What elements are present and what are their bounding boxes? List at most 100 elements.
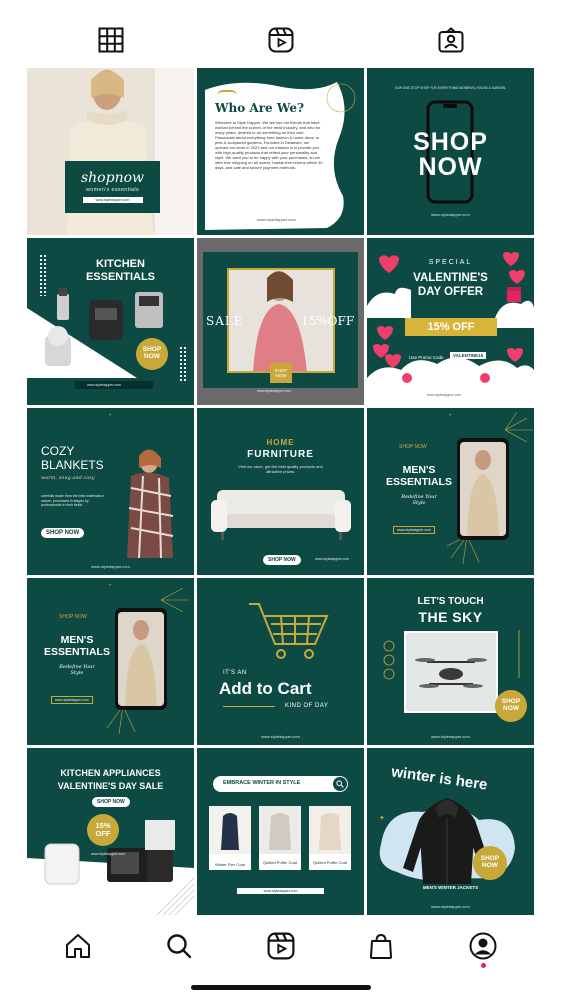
val-offer-banner: 15% OFF — [405, 318, 497, 336]
val-line1: VALENTINE'S — [413, 272, 488, 284]
bottom-navigation — [0, 928, 562, 968]
winter-search-button[interactable] — [333, 777, 347, 791]
sale-url: www.styledapper.com — [257, 389, 291, 393]
home-indicator[interactable] — [191, 985, 371, 990]
post-home-furniture[interactable]: HOME FURNITURE Visit our store, get the … — [197, 408, 364, 575]
winter-search-bar[interactable]: EMBRACE WINTER IN STYLE — [213, 776, 348, 792]
cart-icon — [249, 603, 329, 659]
cart-its: IT'S AN — [223, 670, 247, 676]
furniture-url: www.styledapper.com — [315, 557, 349, 561]
profile-icon — [469, 932, 497, 960]
val-special: SPECIAL — [428, 259, 473, 266]
mens2-shop: SHOP NOW — [59, 614, 87, 620]
sale-right-text: 15%OFF — [301, 314, 355, 328]
mens1-url: www.styledapper.com — [393, 526, 435, 534]
shop-now-line2: NOW — [418, 153, 483, 181]
cart-underline — [223, 706, 275, 707]
post-add-to-cart[interactable]: IT'S AN Add to Cart KIND OF DAY www.styl… — [197, 578, 364, 745]
winter-card-1[interactable]: Winter Flex Coat — [209, 806, 251, 870]
post-mens-essentials-2[interactable]: ✦ SHOP NOW MEN'S ESSENTIALS Redefine You… — [27, 578, 194, 745]
ka-shop-button[interactable]: SHOP NOW — [92, 797, 130, 807]
sky-shop-button[interactable]: SHOP NOW — [495, 690, 527, 722]
post-embrace-winter[interactable]: EMBRACE WINTER IN STYLE Winter Flex Coat… — [197, 748, 364, 915]
svg-text:✦: ✦ — [379, 814, 385, 822]
tagged-icon — [438, 27, 464, 53]
post-shop-now-phone[interactable]: OUR ONE-STOP SHOP FOR EVERYTHING WOMEN'S… — [367, 68, 534, 235]
kitchen-shop-button[interactable]: SHOP NOW — [136, 338, 168, 370]
shopnow-brand: shopnow — [80, 170, 145, 186]
shop-now-url: www.styledapper.com — [431, 212, 470, 217]
grid-tab[interactable] — [93, 22, 129, 58]
post-mens-essentials-1[interactable]: ✦ SHOP NOW MEN'S ESSENTIALS Redefine You… — [367, 408, 534, 575]
val-url: www.styledapper.com — [427, 393, 461, 397]
posts-grid: shopnow women's essentials www.styledapp… — [27, 68, 535, 917]
val-promo-label: Use Promo Code — [409, 355, 444, 360]
who-body: Welcome to Style Dapper. We are two old … — [215, 120, 323, 170]
search-icon — [336, 780, 344, 788]
search-icon — [167, 934, 192, 959]
post-valentines-offer[interactable]: SPECIAL VALENTINE'S DAY OFFER 15% OFF Us… — [367, 238, 534, 405]
shopnow-banner: shopnow women's essentials www.styledapp… — [65, 161, 160, 213]
post-shopnow-womens[interactable]: shopnow women's essentials www.styledapp… — [27, 68, 194, 235]
sky-url: www.styledapper.com — [431, 734, 470, 739]
winter-search-text: EMBRACE WINTER IN STYLE — [223, 780, 301, 786]
appliances-photo — [45, 288, 163, 366]
mens1-shop: SHOP NOW — [399, 444, 427, 450]
winter-card-3[interactable]: Quilted Puffer Coat — [309, 806, 351, 870]
post-who-are-we[interactable]: Who Are We? Welcome to Style Dapper. We … — [197, 68, 364, 235]
ka-line2: VALENTINE'S DAY SALE — [57, 781, 164, 791]
shopnow-url: www.styledapper.com — [82, 197, 143, 203]
furniture-shop-button[interactable]: SHOP NOW — [263, 555, 301, 565]
tagged-tab[interactable] — [433, 22, 469, 58]
winter-cap-3: Quilted Puffer Coat — [313, 860, 347, 865]
post-kitchen-essentials[interactable]: KITCHEN ESSENTIALS SHOP NOW www.styledap… — [27, 238, 194, 405]
coat-photo — [209, 806, 251, 854]
burst-decoration — [446, 411, 533, 565]
cart-main: Add to Cart — [219, 679, 312, 698]
cozy-url: www.styledapper.com — [91, 564, 130, 569]
burst-decoration — [106, 587, 189, 735]
post-winter-is-here[interactable]: ✦ winter is here SHOP NOW MEN'S WINTER J… — [367, 748, 534, 915]
winter-url: www.styledapper.com — [431, 904, 470, 909]
nav-search[interactable] — [161, 928, 197, 964]
ka-line1: KITCHEN APPLIANCES — [60, 768, 161, 778]
winter-cap-2: Quilted Puffer Coat — [263, 860, 297, 865]
ka-url: www.styledapper.com — [91, 852, 125, 856]
winter-shop-button[interactable]: SHOP NOW — [473, 846, 507, 880]
post-cozy-blankets[interactable]: ✦ COZY BLANKETS warm, snug and cozy care… — [27, 408, 194, 575]
mens1-line2: ESSENTIALS — [386, 476, 452, 488]
nav-shop[interactable] — [363, 928, 399, 964]
mens2-url: www.styledapper.com — [51, 696, 93, 704]
who-title: Who Are We? — [215, 101, 304, 115]
post-sale-15off[interactable]: SALE 15%OFF SHOP NOW www.styledapper.com — [197, 238, 364, 405]
grid-icon — [98, 27, 124, 53]
sale-left-text: SALE — [206, 314, 244, 328]
reels-tab[interactable] — [263, 22, 299, 58]
who-url: www.styledapper.com — [257, 217, 296, 222]
winter-card-2[interactable]: Quilted Puffer Coat — [259, 806, 301, 870]
sale-shop-button[interactable]: SHOP NOW — [270, 363, 292, 383]
nav-reels[interactable] — [263, 928, 299, 964]
shopnow-sub: women's essentials — [86, 187, 139, 193]
dots-pattern-right — [179, 346, 187, 382]
val-line2: DAY OFFER — [417, 286, 484, 298]
mens1-script: Redefine Your Style — [401, 494, 437, 506]
home-icon — [66, 934, 90, 958]
nav-home[interactable] — [60, 928, 96, 964]
winter-url: www.styledapper.com — [237, 888, 324, 894]
mens1-line1: MEN'S — [402, 464, 436, 476]
blanket-model-photo — [127, 449, 174, 559]
post-kitchen-appliances-sale[interactable]: KITCHEN APPLIANCES VALENTINE'S DAY SALE … — [27, 748, 194, 915]
mens2-script: Redefine Your Style — [59, 664, 95, 676]
sun-icon — [217, 90, 237, 96]
cart-kind: KIND OF DAY — [285, 703, 329, 709]
mens2-line2: ESSENTIALS — [44, 646, 110, 658]
nav-profile[interactable] — [465, 928, 501, 964]
post-touch-the-sky[interactable]: LET'S TOUCH THE SKY SHOP NOW www.styleda… — [367, 578, 534, 745]
profile-tabs — [0, 22, 562, 58]
winter-cap-1: Winter Flex Coat — [215, 862, 245, 867]
reels-icon — [268, 27, 294, 53]
coat-photo — [309, 806, 351, 854]
reels-icon — [267, 932, 295, 960]
val-promo-code: VALENTINE15 — [450, 352, 487, 359]
